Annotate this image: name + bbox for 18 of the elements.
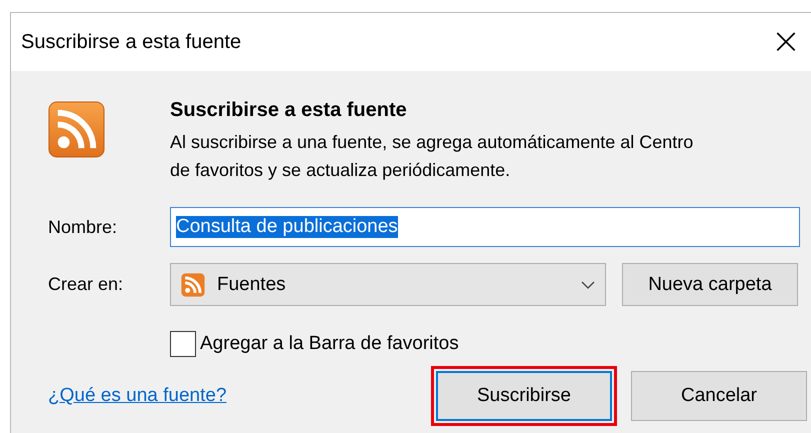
checkbox-label[interactable]: Agregar a la Barra de favoritos <box>200 333 459 355</box>
name-label: Nombre: <box>48 216 118 238</box>
close-button[interactable]: × <box>770 24 801 60</box>
help-link[interactable]: ¿Qué es una fuente? <box>48 385 431 407</box>
field-value: Consulta de publicaciones <box>176 216 398 238</box>
dialog-heading: Suscribirse a esta fuente <box>170 99 408 122</box>
cancel-button[interactable]: Cancelar <box>631 371 807 421</box>
create-in-label: Crear en: <box>48 274 124 295</box>
new-folder-button[interactable]: Nueva carpeta <box>622 263 798 306</box>
checkbox[interactable] <box>170 331 196 357</box>
rss-icon <box>181 272 205 296</box>
chevron-down-icon <box>581 280 595 288</box>
name-field[interactable]: Consulta de publicaciones <box>170 207 800 247</box>
dialog-description: Al suscribirse a una fuente, se agrega automáticamente al Centro de favoritos y se actualiza periódicamente. <box>170 131 694 182</box>
subscribe-button[interactable]: Suscribirse <box>436 371 612 421</box>
rss-icon <box>48 101 105 158</box>
folder-dropdown[interactable]: Fuentes <box>170 263 606 306</box>
window-title: Suscribirse a esta fuente <box>21 30 242 54</box>
